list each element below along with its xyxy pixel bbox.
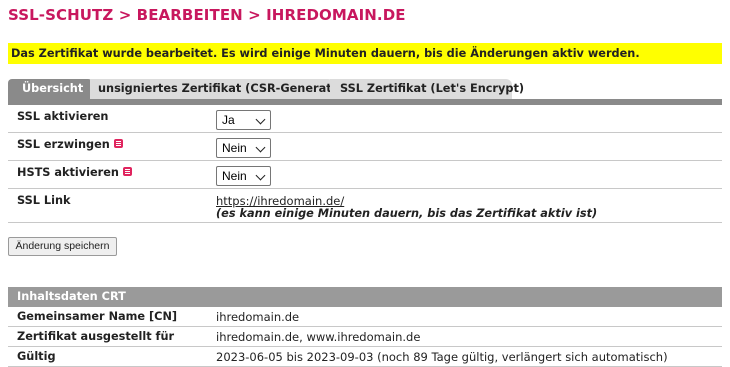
tab-lets-encrypt[interactable]: SSL Zertifikat (Let's Encrypt) [330,79,524,99]
form-row-ssl-activate: SSL aktivieren Ja [8,105,722,133]
crt-row-label: Gemeinsamer Name [CN] [17,310,178,323]
help-icon[interactable] [113,139,123,148]
save-button[interactable]: Änderung speichern [8,237,117,256]
page-title: SSL-SCHUTZ > BEARBEITEN > IHREDOMAIN.DE [8,6,406,24]
ssl-force-select-value: Nein [222,141,247,155]
chevron-down-icon [255,142,266,153]
ssl-force-label-wrap: SSL erzwingen [17,138,123,151]
crt-row-value: 2023-06-05 bis 2023-09-03 (noch 89 Tage … [216,350,668,364]
help-icon[interactable] [122,167,132,176]
hsts-label: HSTS aktivieren [17,166,119,179]
tab-bar: Übersicht unsigniertes Zertifikat (CSR-G… [8,79,722,99]
crt-row-label: Gültig [17,350,56,363]
ssl-link[interactable]: https://ihredomain.de/ [216,194,344,208]
crt-row-value: ihredomain.de, www.ihredomain.de [216,330,421,344]
crt-section-header: Inhaltsdaten CRT [8,287,722,307]
form-row-hsts: HSTS aktivieren Nein [8,161,722,189]
crt-row: Zertifikat ausgestellt für ihredomain.de… [8,327,722,347]
tab-csr-generator[interactable]: unsigniertes Zertifikat (CSR-Generator) [90,79,350,99]
crt-row-label: Zertifikat ausgestellt für [17,330,175,343]
hsts-select-value: Nein [222,169,247,183]
crt-row: Gemeinsamer Name [CN] ihredomain.de [8,307,722,327]
chevron-down-icon [255,114,266,125]
crt-row: Gültig 2023-06-05 bis 2023-09-03 (noch 8… [8,347,722,367]
hsts-select[interactable]: Nein [216,166,271,186]
ssl-activate-label: SSL aktivieren [17,110,109,123]
hsts-label-wrap: HSTS aktivieren [17,166,132,179]
form-row-ssl-link: SSL Link https://ihredomain.de/ (es kann… [8,189,722,223]
chevron-down-icon [255,170,266,181]
success-notice: Das Zertifikat wurde bearbeitet. Es wird… [8,43,722,64]
form-row-ssl-force: SSL erzwingen Nein [8,133,722,161]
ssl-activate-select[interactable]: Ja [216,110,271,130]
ssl-activate-select-value: Ja [222,113,235,127]
tab-uebersicht[interactable]: Übersicht [8,79,94,99]
ssl-link-note: (es kann einige Minuten dauern, bis das … [216,207,598,220]
ssl-link-label: SSL Link [17,194,71,207]
crt-row-value: ihredomain.de [216,310,300,324]
ssl-force-label: SSL erzwingen [17,138,110,151]
ssl-force-select[interactable]: Nein [216,138,271,158]
